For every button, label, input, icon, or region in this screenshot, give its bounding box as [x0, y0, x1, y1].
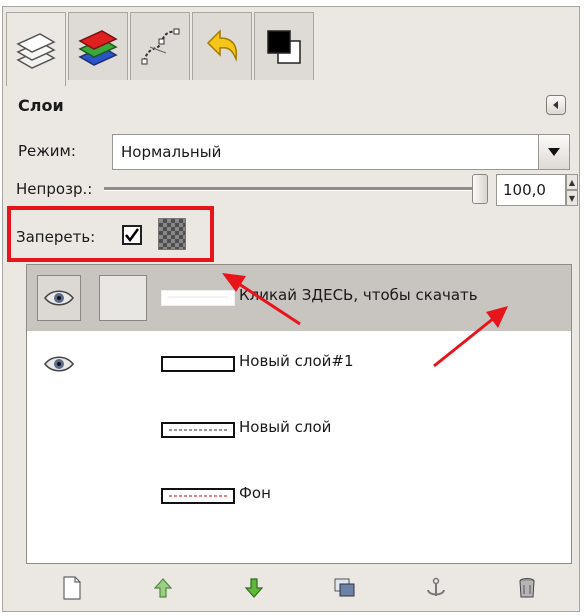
mode-select[interactable]: Нормальный — [112, 134, 570, 170]
chevron-down-icon — [548, 148, 560, 156]
layers-icon — [16, 32, 56, 69]
layer-visibility-toggle[interactable] — [37, 275, 81, 321]
eye-icon — [44, 356, 74, 372]
dock-tabs — [6, 12, 316, 86]
layer-row[interactable]: Новый слой — [27, 397, 571, 463]
spin-up-button[interactable]: ▲ — [566, 174, 578, 190]
mode-value: Нормальный — [121, 143, 222, 161]
raise-layer-icon — [153, 578, 172, 598]
layer-row[interactable]: Кликай ЗДЕСЬ, чтобы скачать — [27, 265, 571, 331]
layer-chain-toggle[interactable] — [99, 275, 147, 321]
undo-history-icon — [206, 28, 238, 62]
layer-thumbnail — [161, 422, 235, 438]
layer-thumbnail — [161, 356, 235, 372]
lock-highlight-annotation — [7, 206, 214, 262]
new-layer-icon — [62, 576, 81, 600]
lower-layer-icon — [244, 578, 263, 598]
paths-icon — [141, 28, 180, 64]
opacity-spinner: ▲ ▼ — [566, 174, 578, 206]
mode-label: Режим: — [18, 142, 76, 160]
channels-icon — [78, 29, 118, 66]
mode-dropdown-button[interactable] — [538, 135, 569, 169]
colors-icon — [267, 29, 301, 64]
tab-layers[interactable] — [6, 12, 66, 86]
anchor-layer-button[interactable] — [421, 573, 451, 603]
tab-colors[interactable] — [254, 12, 314, 80]
opacity-slider-handle[interactable] — [472, 174, 488, 204]
panel-menu-icon — [553, 101, 558, 109]
layer-visibility-toggle[interactable] — [37, 407, 81, 453]
anchor-layer-icon — [426, 577, 445, 596]
layer-name: Кликай ЗДЕСЬ, чтобы скачать — [239, 286, 478, 304]
layer-name: Новый слой — [239, 418, 332, 436]
opacity-input[interactable]: 100,0 — [496, 174, 566, 206]
opacity-slider-track[interactable] — [104, 187, 474, 191]
panel-menu-button[interactable] — [546, 95, 566, 115]
panel-title: Слои — [18, 96, 64, 115]
opacity-value: 100,0 — [503, 181, 546, 199]
tab-undo-history[interactable] — [192, 12, 252, 80]
layer-thumbnail — [161, 290, 235, 306]
eye-icon — [44, 290, 74, 306]
delete-layer-icon — [519, 578, 534, 598]
duplicate-layer-icon — [334, 578, 354, 597]
layers-button-bar — [26, 570, 572, 606]
layers-list: Кликай ЗДЕСЬ, чтобы скачать Новый слой#1… — [26, 264, 572, 564]
spin-down-button[interactable]: ▼ — [566, 190, 578, 206]
lower-layer-button[interactable] — [239, 573, 269, 603]
layer-row[interactable]: Фон — [27, 463, 571, 529]
layer-visibility-toggle[interactable] — [37, 473, 81, 519]
layer-visibility-toggle[interactable] — [37, 341, 81, 387]
layer-thumbnail — [161, 488, 235, 504]
opacity-label: Непрозр.: — [16, 180, 93, 198]
new-layer-button[interactable] — [57, 573, 87, 603]
layer-row[interactable]: Новый слой#1 — [27, 331, 571, 397]
tab-channels[interactable] — [68, 12, 128, 80]
duplicate-layer-button[interactable] — [330, 573, 360, 603]
delete-layer-button[interactable] — [512, 573, 542, 603]
raise-layer-button[interactable] — [148, 573, 178, 603]
layer-name: Фон — [239, 484, 271, 502]
tab-paths[interactable] — [130, 12, 190, 80]
layer-name: Новый слой#1 — [239, 352, 354, 370]
